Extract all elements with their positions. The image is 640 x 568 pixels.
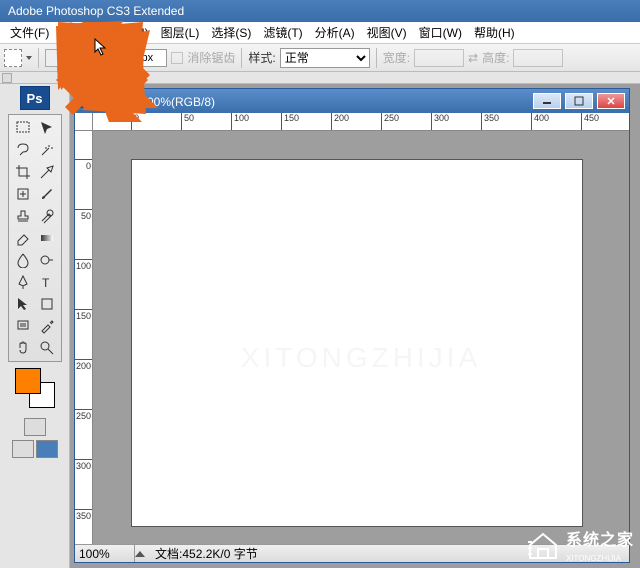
app-title: Adobe Photoshop CS3 Extended bbox=[8, 4, 184, 18]
maximize-button[interactable] bbox=[565, 93, 593, 109]
watermark-sub: XITONGZHIJIA bbox=[566, 554, 621, 563]
slice-tool[interactable] bbox=[35, 161, 59, 183]
history-brush-tool[interactable] bbox=[35, 205, 59, 227]
type-tool[interactable]: T bbox=[35, 271, 59, 293]
menu-file[interactable]: 文件(F) bbox=[4, 22, 55, 43]
pen-tool[interactable] bbox=[11, 271, 35, 293]
menubar: 文件(F) 编辑(E) 图像(I) 图层(L) 选择(S) 滤镜(T) 分析(A… bbox=[0, 22, 640, 44]
document-titlebar[interactable]: Ps 示题-1… 00%(RGB/8) bbox=[75, 89, 629, 113]
menu-select[interactable]: 选择(S) bbox=[205, 22, 257, 43]
menu-view[interactable]: 视图(V) bbox=[361, 22, 413, 43]
ruler-vertical[interactable]: 050100150200250300350 bbox=[75, 131, 93, 544]
marquee-tool[interactable] bbox=[11, 117, 35, 139]
dropdown-icon[interactable] bbox=[26, 56, 32, 60]
quick-mask-row bbox=[24, 418, 46, 436]
minimize-button[interactable] bbox=[533, 93, 561, 109]
document-title: 示题-1… 00%(RGB/8) bbox=[97, 93, 215, 110]
separator bbox=[38, 48, 39, 68]
notes-tool[interactable] bbox=[11, 315, 35, 337]
app-titlebar: Adobe Photoshop CS3 Extended bbox=[0, 0, 640, 22]
menu-image[interactable]: 图像(I) bbox=[107, 22, 154, 43]
antialias-checkbox bbox=[171, 52, 183, 64]
status-menu-icon[interactable] bbox=[135, 551, 145, 557]
stamp-tool[interactable] bbox=[11, 205, 35, 227]
width-input bbox=[414, 49, 464, 67]
dodge-tool[interactable] bbox=[35, 249, 59, 271]
foreground-color-swatch[interactable] bbox=[15, 368, 41, 394]
main-area: Ps T bbox=[0, 84, 640, 568]
selection-add-icon[interactable] bbox=[67, 49, 85, 67]
screen-mode-standard[interactable] bbox=[12, 440, 34, 458]
height-label: 高度: bbox=[482, 49, 509, 66]
ruler-horizontal[interactable]: 050100150200250300350400450 bbox=[93, 113, 629, 131]
menu-edit[interactable]: 编辑(E) bbox=[55, 22, 107, 43]
zoom-level[interactable]: 100% bbox=[75, 545, 135, 562]
feather-label: 羽化: bbox=[98, 49, 125, 66]
menu-layer[interactable]: 图层(L) bbox=[155, 22, 206, 43]
canvas[interactable]: XITONGZHIJIA bbox=[131, 159, 583, 527]
document-window: Ps 示题-1… 00%(RGB/8) 05010015020025030035… bbox=[74, 88, 630, 563]
workspace: Ps 示题-1… 00%(RGB/8) 05010015020025030035… bbox=[70, 84, 640, 568]
close-button[interactable] bbox=[597, 93, 625, 109]
feather-input[interactable] bbox=[129, 49, 167, 67]
separator bbox=[91, 48, 92, 68]
hand-tool[interactable] bbox=[11, 337, 35, 359]
ps-logo: Ps bbox=[20, 86, 50, 110]
zoom-tool[interactable] bbox=[35, 337, 59, 359]
panel-tab[interactable] bbox=[2, 73, 12, 83]
toolbox: T bbox=[8, 114, 62, 362]
watermark: 系统之家 XITONGZHIJIA bbox=[526, 526, 634, 564]
tool-preset-picker[interactable] bbox=[4, 49, 22, 67]
brush-tool[interactable] bbox=[35, 183, 59, 205]
screen-mode-row bbox=[12, 440, 58, 458]
separator bbox=[241, 48, 242, 68]
watermark-text: 系统之家 bbox=[566, 532, 634, 549]
gradient-tool[interactable] bbox=[35, 227, 59, 249]
screen-mode-full[interactable] bbox=[36, 440, 58, 458]
style-label: 样式: bbox=[248, 49, 275, 66]
style-select[interactable]: 正常 bbox=[280, 48, 370, 68]
move-tool[interactable] bbox=[35, 117, 59, 139]
crop-tool[interactable] bbox=[11, 161, 35, 183]
panel-tab-strip bbox=[0, 72, 640, 84]
svg-text:T: T bbox=[42, 276, 50, 290]
antialias-label: 消除锯齿 bbox=[187, 49, 235, 66]
selection-new-icon[interactable] bbox=[45, 49, 63, 67]
house-icon bbox=[526, 530, 560, 560]
width-label: 宽度: bbox=[383, 49, 410, 66]
canvas-area[interactable]: XITONGZHIJIA bbox=[93, 131, 629, 544]
options-bar: 羽化: 消除锯齿 样式: 正常 宽度: ⇄ 高度: bbox=[0, 44, 640, 72]
eyedropper-tool[interactable] bbox=[35, 315, 59, 337]
ruler-corner bbox=[75, 113, 93, 131]
lasso-tool[interactable] bbox=[11, 139, 35, 161]
menu-window[interactable]: 窗口(W) bbox=[413, 22, 468, 43]
blur-tool[interactable] bbox=[11, 249, 35, 271]
menu-filter[interactable]: 滤镜(T) bbox=[257, 22, 308, 43]
standard-mode-button[interactable] bbox=[24, 418, 46, 436]
healing-brush-tool[interactable] bbox=[11, 183, 35, 205]
menu-analysis[interactable]: 分析(A) bbox=[309, 22, 361, 43]
status-info[interactable]: 文档: 452.2K/0 字节 bbox=[149, 545, 264, 562]
document-icon: Ps bbox=[79, 94, 93, 108]
swap-icon: ⇄ bbox=[468, 51, 478, 65]
shape-tool[interactable] bbox=[35, 293, 59, 315]
ghost-watermark: XITONGZHIJIA bbox=[241, 342, 481, 374]
magic-wand-tool[interactable] bbox=[35, 139, 59, 161]
menu-help[interactable]: 帮助(H) bbox=[468, 22, 521, 43]
color-swatches[interactable] bbox=[15, 368, 55, 408]
path-select-tool[interactable] bbox=[11, 293, 35, 315]
eraser-tool[interactable] bbox=[11, 227, 35, 249]
separator bbox=[376, 48, 377, 68]
tool-column: Ps T bbox=[0, 84, 70, 568]
height-input bbox=[513, 49, 563, 67]
